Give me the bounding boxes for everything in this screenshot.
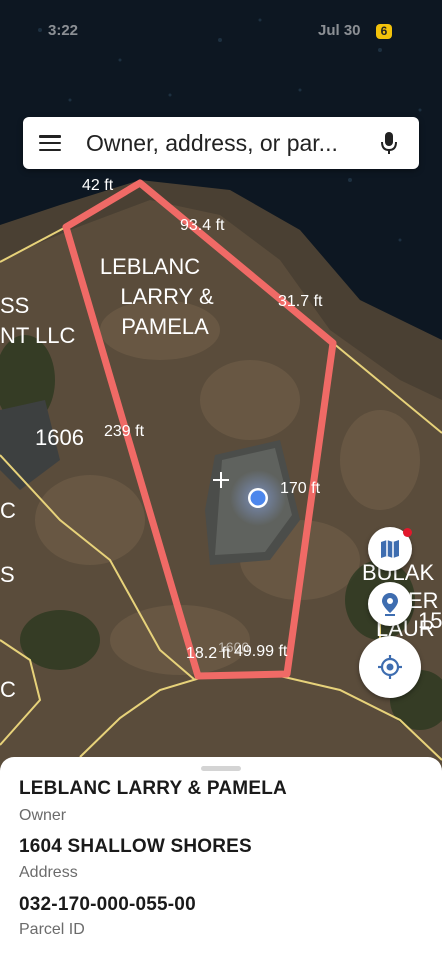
- gps-target-icon: [378, 655, 402, 679]
- dimension-label-top: 42 ft: [82, 177, 114, 194]
- notification-dot: [403, 528, 412, 537]
- neighbor-label: C: [0, 677, 16, 702]
- my-location-button[interactable]: [359, 636, 421, 698]
- parcel-details-sheet[interactable]: LEBLANC LARRY & PAMELA Owner 1604 SHALLO…: [0, 757, 442, 960]
- dimension-label-right: 170 ft: [280, 480, 321, 497]
- parcel-id-label: Parcel ID: [19, 921, 85, 938]
- neighbor-parcel-number: 1600: [218, 639, 249, 655]
- address-value: 1604 SHALLOW SHORES: [19, 836, 252, 857]
- dimension-label-left: 239 ft: [104, 423, 145, 440]
- search-input[interactable]: Owner, address, or par...: [86, 130, 369, 157]
- search-bar[interactable]: Owner, address, or par...: [23, 117, 419, 169]
- microphone-icon[interactable]: [369, 123, 409, 163]
- dimension-label-right-upper: 31.7 ft: [278, 293, 323, 310]
- status-time: 3:22: [48, 22, 79, 39]
- parcel-id-value: 032-170-000-055-00: [19, 894, 196, 915]
- dimension-label-top-right: 93.4 ft: [180, 217, 225, 234]
- neighbor-label: S: [0, 562, 15, 587]
- drop-pin-button[interactable]: [368, 582, 412, 626]
- neighbor-label: SS: [0, 293, 29, 318]
- neighbor-label: NT LLC: [0, 323, 76, 348]
- status-date: Jul 30: [318, 22, 361, 39]
- neighbor-parcel-number: 1606: [35, 425, 84, 450]
- notification-badge: 6: [376, 24, 392, 39]
- address-label: Address: [19, 864, 78, 881]
- neighbor-parcel-number: 15: [418, 608, 442, 633]
- owner-label: Owner: [19, 807, 67, 824]
- menu-icon[interactable]: [39, 135, 61, 151]
- map-icon: [381, 540, 399, 558]
- current-location-dot: [230, 470, 286, 526]
- owner-map-label-line1: LEBLANC: [100, 254, 200, 279]
- sheet-drag-handle[interactable]: [201, 766, 241, 771]
- owner-map-label-line3: PAMELA: [121, 314, 209, 339]
- owner-map-label-line2: LARRY &: [120, 284, 214, 309]
- owner-value: LEBLANC LARRY & PAMELA: [19, 778, 287, 799]
- pin-icon: [382, 593, 398, 616]
- neighbor-label: C: [0, 498, 16, 523]
